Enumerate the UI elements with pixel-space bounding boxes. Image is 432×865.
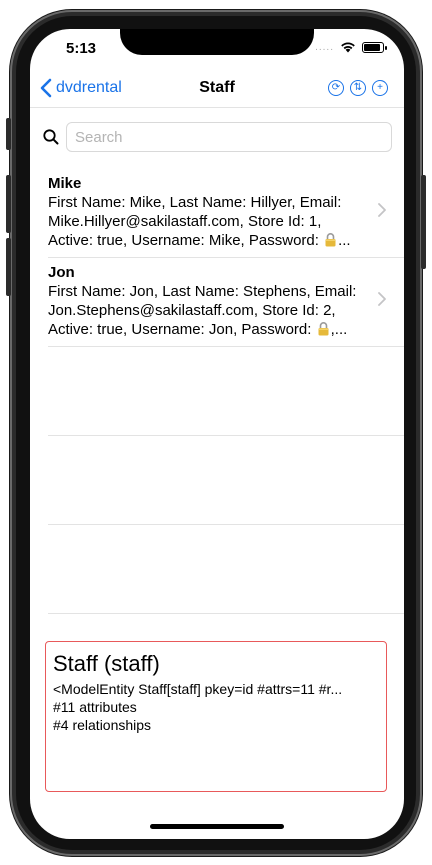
list-item-title: Mike bbox=[48, 175, 82, 192]
notch bbox=[120, 29, 314, 55]
lock-icon bbox=[325, 233, 336, 247]
refresh-icon[interactable]: ⟳ bbox=[328, 80, 344, 96]
desc-line: First Name: Jon, Last Name: Stephens, Em… bbox=[48, 283, 357, 300]
entity-info-panel: Staff (staff) <ModelEntity Staff[staff] … bbox=[45, 641, 387, 792]
screen: 5:13 ..... dvdrental Staff ⟳ ⇅ + Search … bbox=[30, 29, 404, 839]
home-indicator[interactable] bbox=[150, 824, 284, 829]
entity-heading: Staff (staff) bbox=[53, 651, 160, 676]
attributes-count: #11 attributes bbox=[53, 699, 137, 715]
search-field bbox=[66, 122, 392, 152]
empty-row-separator bbox=[48, 347, 404, 436]
nav-actions: ⟳ ⇅ + bbox=[328, 80, 388, 96]
battery-icon bbox=[362, 41, 387, 53]
lock-icon bbox=[318, 322, 329, 336]
wifi-icon bbox=[341, 42, 355, 53]
desc-line: Mike.Hillyer@sakilastaff.com, Store Id: … bbox=[48, 213, 322, 230]
desc-line: Active: true, Username: Jon, Password: ,… bbox=[48, 320, 362, 339]
entity-description: <ModelEntity Staff[staff] pkey=id #attrs… bbox=[53, 681, 343, 697]
search-input[interactable] bbox=[73, 127, 391, 147]
desc-tail: ... bbox=[338, 232, 351, 249]
signal-dots: ..... bbox=[315, 41, 334, 53]
desc-line: Active: true, Username: Mike, Password: … bbox=[48, 231, 362, 250]
navigation-bar: dvdrental Staff ⟳ ⇅ + bbox=[30, 71, 404, 108]
volume-down-button bbox=[6, 238, 11, 296]
list-item-description: First Name: Jon, Last Name: Stephens, Em… bbox=[48, 282, 404, 339]
desc-line: First Name: Mike, Last Name: Hillyer, Em… bbox=[48, 194, 342, 211]
list-item[interactable]: Jon First Name: Jon, Last Name: Stephens… bbox=[48, 258, 404, 347]
chevron-right-icon bbox=[378, 203, 386, 217]
list-item-title: Jon bbox=[48, 264, 75, 281]
add-icon[interactable]: + bbox=[372, 80, 388, 96]
desc-line: Jon.Stephens@sakilastaff.com, Store Id: … bbox=[48, 302, 336, 319]
status-time: 5:13 bbox=[66, 40, 97, 57]
empty-row-separator bbox=[48, 436, 404, 525]
desc-tail: ,... bbox=[330, 321, 348, 338]
relationships-count: #4 relationships bbox=[53, 717, 152, 733]
desc-text: Active: true, Username: Jon, Password: bbox=[48, 321, 316, 338]
list-item[interactable]: Mike First Name: Mike, Last Name: Hillye… bbox=[48, 169, 404, 258]
list-item-description: First Name: Mike, Last Name: Hillyer, Em… bbox=[48, 193, 404, 250]
search-icon bbox=[43, 129, 59, 145]
volume-up-button bbox=[6, 175, 11, 233]
sort-icon[interactable]: ⇅ bbox=[350, 80, 366, 96]
chevron-right-icon bbox=[378, 292, 386, 306]
staff-list: Mike First Name: Mike, Last Name: Hillye… bbox=[48, 169, 404, 614]
status-icons: ..... bbox=[315, 41, 387, 53]
power-button bbox=[421, 175, 426, 269]
mute-switch bbox=[6, 118, 11, 150]
empty-row-separator bbox=[48, 525, 404, 614]
desc-text: Active: true, Username: Mike, Password: bbox=[48, 232, 324, 249]
search-bar bbox=[42, 121, 392, 153]
